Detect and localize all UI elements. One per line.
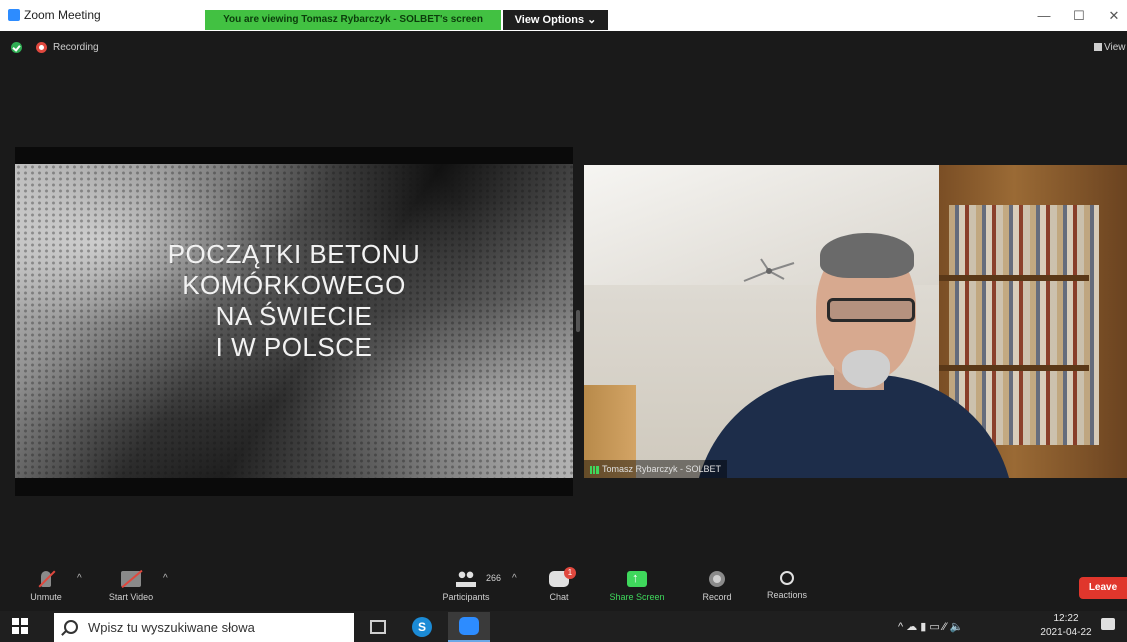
taskbar-search-placeholder[interactable]: Wpisz tu wyszukiwane słowa: [88, 620, 255, 635]
split-view-divider[interactable]: [576, 310, 580, 332]
start-video-button[interactable]: Start Video: [96, 565, 166, 609]
video-shelf-plank: [939, 275, 1089, 281]
participants-options-caret[interactable]: ^: [512, 573, 517, 584]
view-options-button[interactable]: View Options ⌄: [503, 10, 608, 30]
task-view-icon[interactable]: [370, 620, 386, 634]
speaker-hair: [820, 233, 914, 278]
recording-label: Recording: [53, 42, 99, 53]
record-label: Record: [702, 592, 732, 602]
reactions-label: Reactions: [766, 590, 808, 600]
video-shelf-plank: [939, 365, 1089, 371]
speaker-beard: [842, 350, 890, 388]
close-button[interactable]: ✕: [1100, 5, 1127, 27]
system-tray[interactable]: ^ ☁ ▮ ▭ ⁄⁄ 🔈: [898, 612, 1038, 642]
record-icon: [709, 571, 725, 587]
unmute-label: Unmute: [30, 592, 62, 602]
chat-button[interactable]: Chat: [524, 565, 594, 609]
view-icon[interactable]: [1094, 43, 1102, 51]
clock-date[interactable]: 2021-04-22: [1036, 627, 1096, 638]
share-screen-label: Share Screen: [609, 592, 665, 602]
speaker-name-tag: Tomasz Rybarczyk - SOLBET: [584, 460, 728, 478]
search-icon: [64, 620, 78, 634]
shared-screen: POCZĄTKI BETONU KOMÓRKOWEGO NA ŚWIECIE I…: [15, 147, 573, 496]
participant-count: 266: [486, 573, 502, 583]
share-screen-icon: [627, 570, 647, 587]
participants-label: Participants: [442, 592, 490, 602]
recording-icon: [36, 42, 47, 53]
clock-time[interactable]: 12:22: [1046, 613, 1086, 624]
microphone-muted-icon: [41, 571, 51, 587]
share-screen-button[interactable]: Share Screen: [602, 565, 672, 609]
minimize-button[interactable]: —: [1030, 5, 1058, 27]
speaker-video[interactable]: Tomasz Rybarczyk - SOLBET: [584, 165, 1127, 478]
windows-start-icon[interactable]: [12, 618, 28, 634]
video-options-caret[interactable]: ^: [163, 573, 168, 584]
speaker-name: Tomasz Rybarczyk - SOLBET: [602, 464, 722, 474]
notifications-icon[interactable]: [1101, 618, 1115, 630]
zoom-taskbar-icon[interactable]: [448, 612, 490, 642]
maximize-button[interactable]: ☐: [1065, 5, 1093, 27]
chat-label: Chat: [549, 592, 569, 602]
leave-button[interactable]: Leave: [1079, 577, 1127, 599]
view-button[interactable]: View: [1104, 42, 1126, 53]
ceiling-lamp: [743, 258, 795, 282]
unmute-button[interactable]: Unmute: [11, 565, 81, 609]
signal-strength-icon: [590, 465, 599, 474]
record-button[interactable]: Record: [682, 565, 752, 609]
video-books: [949, 205, 1099, 445]
encryption-shield-icon[interactable]: [11, 42, 22, 53]
zoom-app-icon: [8, 9, 20, 21]
skype-icon[interactable]: S: [412, 617, 432, 637]
slide-title-line: KOMÓRKOWEGO: [182, 270, 406, 300]
start-video-label: Start Video: [108, 592, 154, 602]
screen-share-banner: You are viewing Tomasz Rybarczyk - SOLBE…: [205, 10, 501, 30]
slide-title-line: I W POLSCE: [215, 332, 373, 362]
reactions-icon: [780, 571, 794, 585]
participants-button[interactable]: Participants: [431, 565, 501, 609]
slide-title: POCZĄTKI BETONU KOMÓRKOWEGO NA ŚWIECIE I…: [15, 239, 573, 363]
reactions-button[interactable]: Reactions: [752, 565, 822, 609]
speaker-glasses: [827, 298, 915, 322]
slide-title-line: NA ŚWIECIE: [215, 301, 373, 331]
audio-options-caret[interactable]: ^: [77, 573, 82, 584]
window-title: Zoom Meeting: [24, 8, 101, 22]
presentation-slide: POCZĄTKI BETONU KOMÓRKOWEGO NA ŚWIECIE I…: [15, 164, 573, 478]
video-off-icon: [121, 571, 141, 587]
chat-unread-badge: 1: [564, 567, 576, 579]
participants-icon: [456, 571, 476, 587]
slide-title-line: POCZĄTKI BETONU: [167, 239, 421, 269]
